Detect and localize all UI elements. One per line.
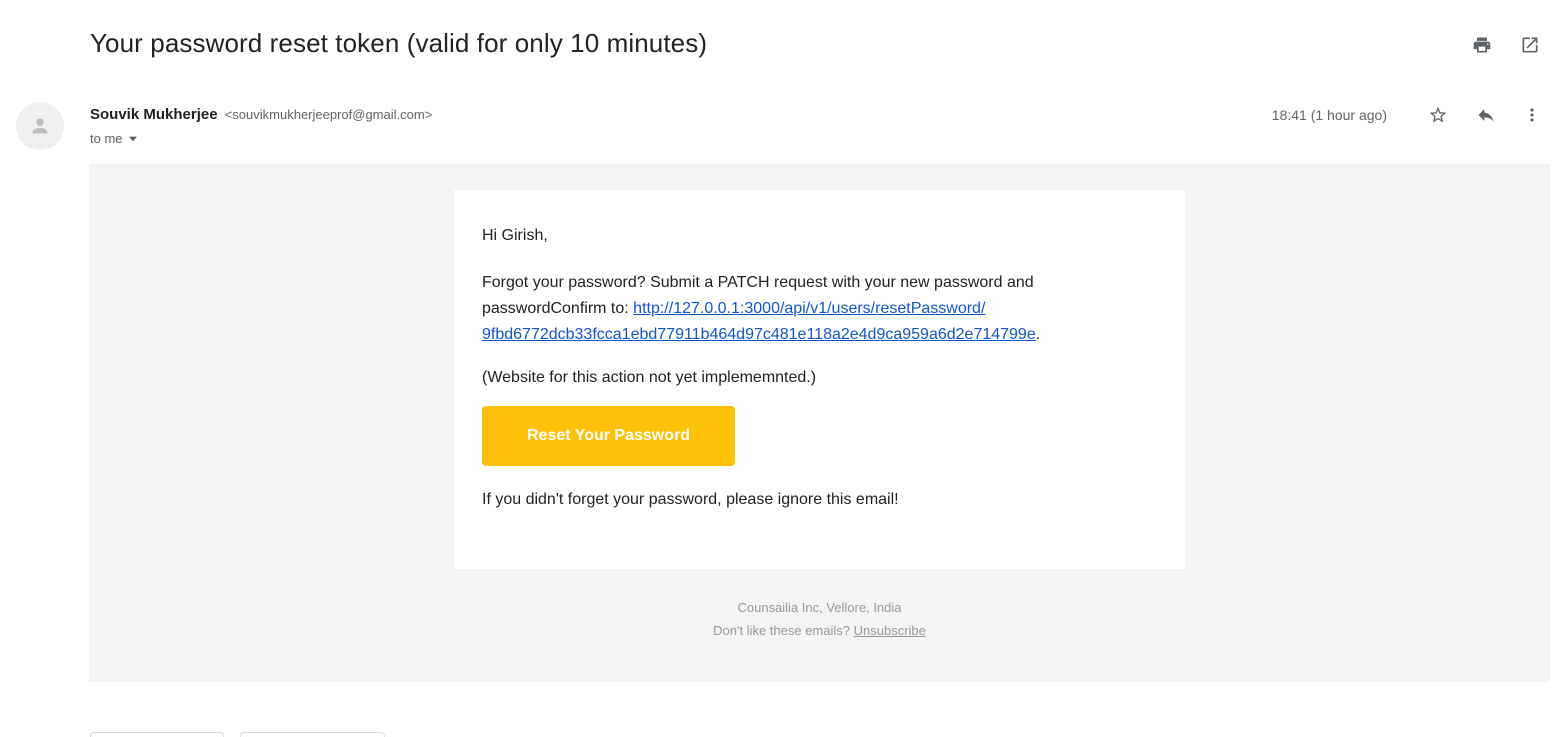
unsubscribe-line: Don't like these emails? Unsubscribe — [89, 619, 1550, 642]
email-subject: Your password reset token (valid for onl… — [90, 28, 708, 58]
forward-button[interactable] — [240, 732, 385, 737]
subject-actions — [1471, 34, 1541, 56]
company-address: Counsailia Inc, Vellore, India — [737, 600, 902, 615]
greeting: Hi Girish, — [482, 227, 548, 244]
message-meta: 18:41 (1 hour ago) — [1272, 102, 1543, 128]
person-icon — [32, 118, 48, 134]
unsubscribe-prefix: Don't like these emails? — [713, 623, 854, 638]
reset-password-button[interactable]: Reset Your Password — [482, 406, 735, 466]
more-vertical-icon[interactable] — [1521, 104, 1543, 126]
message-card: Hi Girish, Forgot your password? Submit … — [454, 190, 1185, 569]
email-view: Your password reset token (valid for onl… — [0, 0, 1561, 737]
reply-button[interactable] — [90, 732, 224, 737]
sender: Souvik Mukherjee <souvikmukherjeeprof@gm… — [90, 106, 432, 123]
ignore-notice: If you didn't forget your password, plea… — [482, 491, 899, 508]
timestamp: 18:41 (1 hour ago) — [1271, 107, 1387, 123]
unsubscribe-link[interactable]: Unsubscribe — [854, 623, 926, 638]
caret-down-icon — [128, 136, 137, 141]
reply-icon[interactable] — [1475, 104, 1497, 126]
reset-link-line1: http://127.0.0.1:3000/api/v1/users/reset… — [633, 300, 986, 317]
avatar — [16, 102, 64, 150]
star-icon[interactable] — [1427, 104, 1449, 126]
sender-name[interactable]: Souvik Mukherjee — [90, 106, 218, 123]
message-body: Hi Girish, Forgot your password? Submit … — [89, 164, 1550, 682]
recipient-dropdown[interactable]: to me — [90, 131, 137, 146]
sender-email: <souvikmukherjeeprof@gmail.com> — [224, 107, 433, 122]
note: (Website for this action not yet impleme… — [482, 369, 817, 386]
email-footer: Counsailia Inc, Vellore, India Don't lik… — [89, 596, 1550, 642]
open-in-new-window-icon[interactable] — [1519, 34, 1541, 56]
printer-icon[interactable] — [1471, 34, 1493, 56]
link-suffix: . — [1035, 326, 1041, 343]
recipient-label: to me — [90, 131, 123, 146]
instructions: Forgot your password? Submit a PATCH req… — [482, 270, 1157, 348]
reset-link-line2: 9fbd6772dcb33fcca1ebd77911b464d97c481e11… — [482, 326, 1036, 343]
